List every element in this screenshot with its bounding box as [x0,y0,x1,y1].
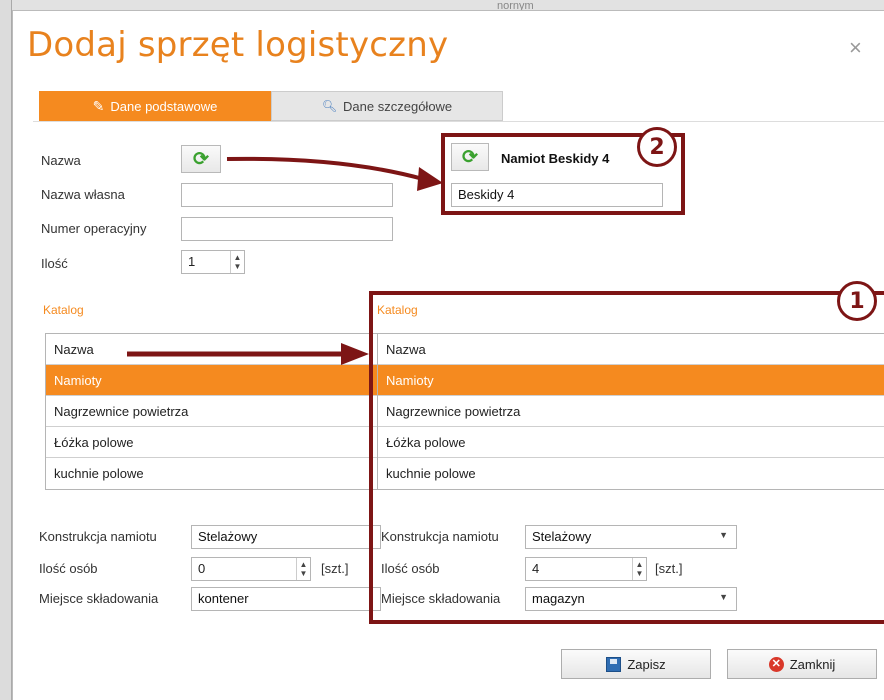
close-label: Zamknij [789,656,836,672]
tab-label: Dane podstawowe [110,98,218,114]
own-name-label: Nazwa własna [41,187,125,202]
catalog-header[interactable]: Nazwa [378,334,884,365]
callout-catalog-list: Nazwa Namioty Nagrzewnice powietrza Łóżk… [377,333,884,490]
background-window [0,0,884,10]
callout-refresh-button[interactable]: ⟳ [451,143,489,171]
quantity-label: Ilość [41,256,68,271]
catalog-item-kuchnie[interactable]: kuchnie polowe [378,458,884,489]
catalog-section-label: Katalog [43,303,84,317]
callout-marker-2: 2 [637,127,677,167]
storage-select[interactable]: kontener [191,587,381,611]
tab-basic-data[interactable]: ✎ Dane podstawowe [39,91,271,121]
chevron-down-icon: ▼ [719,530,728,540]
refresh-icon: ⟳ [193,148,209,170]
callout-catalog-section-label: Katalog [377,303,418,317]
catalog-item-namioty[interactable]: Namioty [378,365,884,396]
stepper-arrows[interactable]: ▲ ▼ [230,251,244,273]
arrowhead-callout-2 [417,167,443,191]
stepper-arrows[interactable]: ▲ ▼ [632,558,646,580]
persons-label: Ilość osób [39,561,98,576]
persons-stepper[interactable]: 0 ▲ ▼ [191,557,311,581]
construction-value: Stelażowy [198,529,258,544]
storage-value: kontener [198,591,249,606]
callout-persons-label: Ilość osób [381,561,440,576]
name-label: Nazwa [41,153,81,168]
callout-name-value: Namiot Beskidy 4 [501,151,610,166]
tab-label: Dane szczegółowe [343,98,453,114]
construction-select[interactable]: Stelażowy [191,525,381,549]
own-name-input[interactable] [181,183,393,207]
callout-storage-select[interactable]: magazyn ▼ [525,587,737,611]
dialog-title: Dodaj sprzęt logistyczny [27,25,449,65]
operational-number-label: Numer operacyjny [41,221,147,236]
catalog-item-lozka[interactable]: Łóżka polowe [46,427,384,458]
callout-persons-unit: [szt.] [655,561,683,576]
close-icon: ✕ [768,656,784,672]
construction-value: Stelażowy [532,529,592,544]
catalog-item-namioty[interactable]: Namioty [46,365,384,396]
arrow-to-callout-2 [226,156,424,181]
catalog-item-lozka[interactable]: Łóżka polowe [378,427,884,458]
add-equipment-dialog: Dodaj sprzęt logistyczny × ✎ Dane podsta… [12,10,884,700]
save-label: Zapisz [627,656,666,672]
persons-value: 4 [532,561,540,576]
callout-storage-label: Miejsce składowania [381,591,501,606]
callout-own-name-input[interactable]: Beskidy 4 [451,183,663,207]
quantity-stepper[interactable]: 1 ▲ ▼ [181,250,245,274]
refresh-icon: ⟳ [462,146,478,168]
name-refresh-button[interactable]: ⟳ [181,145,221,173]
stepper-arrows[interactable]: ▲ ▼ [296,558,310,580]
quantity-value: 1 [188,254,196,269]
persons-unit: [szt.] [321,561,349,576]
callout-marker-1: 1 [837,281,877,321]
catalog-list: Nazwa Namioty Nagrzewnice powietrza Łóżk… [45,333,385,490]
storage-label: Miejsce składowania [39,591,159,606]
save-button[interactable]: Zapisz [561,649,711,679]
floppy-disk-icon [606,656,622,672]
persons-value: 0 [198,561,206,576]
catalog-item-nagrzewnice[interactable]: Nagrzewnice powietrza [46,396,384,427]
operational-number-input[interactable] [181,217,393,241]
catalog-item-nagrzewnice[interactable]: Nagrzewnice powietrza [378,396,884,427]
close-icon[interactable]: × [849,35,862,61]
magnifier-icon: 🔍︎ [321,99,338,113]
pencil-icon: ✎ [92,97,105,114]
storage-value: magazyn [532,591,585,606]
callout-construction-label: Konstrukcja namiotu [381,529,499,544]
construction-label: Konstrukcja namiotu [39,529,157,544]
close-button[interactable]: ✕ Zamknij [727,649,877,679]
catalog-item-kuchnie[interactable]: kuchnie polowe [46,458,384,489]
tab-underline [33,121,884,122]
chevron-down-icon: ▼ [719,592,728,602]
catalog-header[interactable]: Nazwa [46,334,384,365]
callout-construction-select[interactable]: Stelażowy ▼ [525,525,737,549]
callout-persons-stepper[interactable]: 4 ▲ ▼ [525,557,647,581]
tab-detailed-data[interactable]: 🔍︎ Dane szczegółowe [271,91,503,121]
